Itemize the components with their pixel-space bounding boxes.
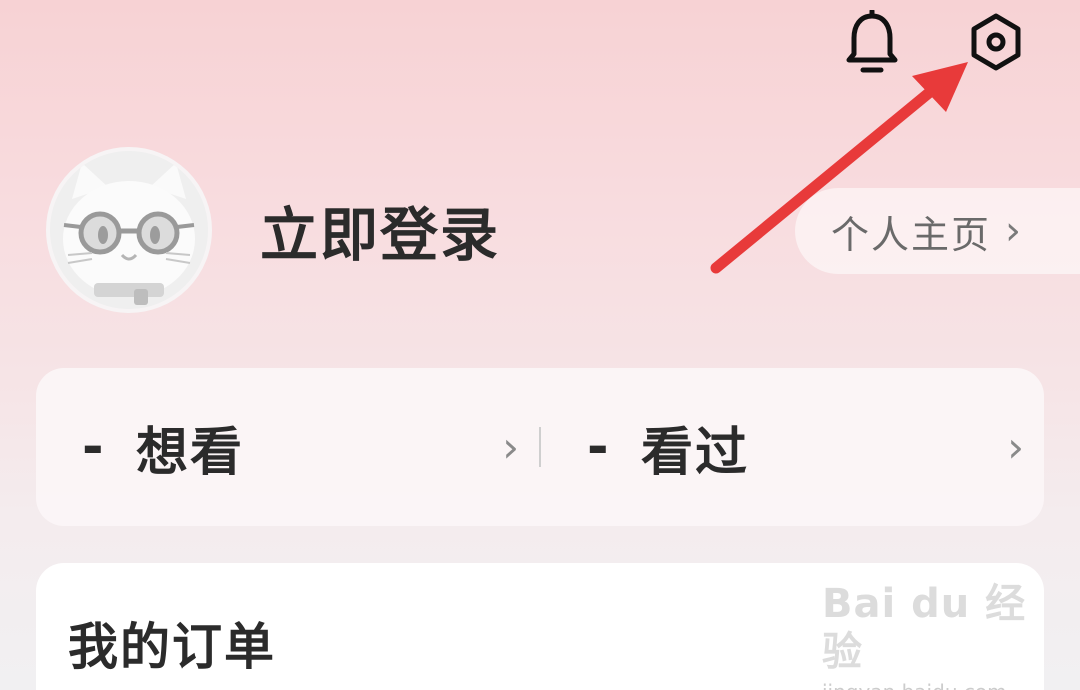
notification-button[interactable] [838,8,906,76]
watched-label: 看过 [641,422,750,483]
cat-with-glasses-avatar-icon [50,151,208,309]
settings-button[interactable] [962,8,1030,76]
want-to-watch-label: 想看 [136,422,245,483]
chevron-right-icon: › [502,422,519,472]
want-to-watch-count: - [82,417,104,477]
chevron-right-icon: › [1005,208,1022,254]
baidu-jingyan-watermark: Bai du 经验 jingyan.baidu.com [822,580,1032,690]
personal-homepage-button[interactable]: 个人主页 › [795,188,1080,274]
chevron-right-icon: › [1007,422,1024,472]
my-orders-title: 我的订单 [68,618,276,676]
watched-item[interactable]: - 看过 › [541,368,1044,526]
personal-homepage-label: 个人主页 [831,212,992,257]
watermark-url: jingyan.baidu.com [822,680,1032,690]
bell-icon [846,10,898,73]
avatar[interactable] [46,147,212,313]
watch-stats-card: - 想看 › - 看过 › [36,368,1044,526]
want-to-watch-item[interactable]: - 想看 › [36,368,539,526]
hexagon-settings-icon [971,13,1021,71]
annotation-arrow-head [912,62,968,112]
login-link[interactable]: 立即登录 [260,200,500,270]
watched-count: - [587,417,609,477]
watermark-logo: Bai du 经验 [822,581,1027,675]
